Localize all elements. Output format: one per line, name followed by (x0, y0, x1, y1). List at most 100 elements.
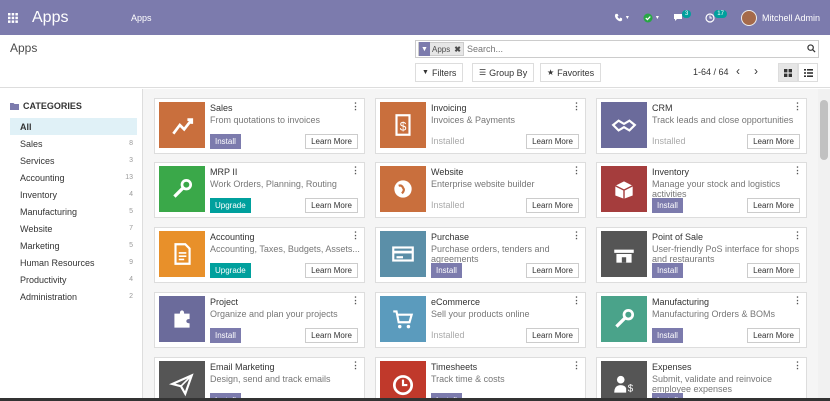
kebab-menu-icon[interactable]: ⋮ (572, 165, 581, 176)
app-card[interactable]: CRM Track leads and close opportunities ⋮ I… (596, 98, 807, 154)
app-card[interactable]: TimesheetsTrack time & costs⋮Install (375, 357, 586, 401)
category-item[interactable]: Inventory 4 (10, 186, 137, 203)
app-card[interactable]: Project Organize and plan your projects ⋮ I… (154, 292, 365, 348)
group-by-button[interactable]: ☰ Group By (472, 63, 535, 82)
category-item[interactable]: Manufacturing 5 (10, 203, 137, 220)
app-card[interactable]: Inventory Manage your stock and logistics… (596, 162, 807, 218)
app-card[interactable]: Accounting Accounting, Taxes, Budgets, As… (154, 227, 365, 283)
category-item[interactable]: Marketing 5 (10, 237, 137, 254)
phone-menu[interactable]: ▾ (614, 13, 629, 22)
category-count: 7 (129, 225, 133, 232)
learn-more-button[interactable]: Learn More (305, 263, 358, 278)
pager-previous-icon[interactable]: ‹ (736, 64, 740, 78)
app-card[interactable]: Email Marketing Design, send and track em… (154, 357, 365, 401)
kanban-view-button[interactable] (778, 63, 798, 82)
paper-plane-icon (159, 361, 205, 401)
learn-more-button[interactable]: Learn More (747, 134, 800, 149)
app-name: MRP II (210, 167, 238, 177)
install-button[interactable]: Install (652, 328, 683, 343)
category-item[interactable]: Accounting 13 (10, 169, 137, 186)
category-item[interactable]: Services 3 (10, 152, 137, 169)
kebab-menu-icon[interactable]: ⋮ (793, 230, 802, 241)
learn-more-button[interactable]: Learn More (305, 134, 358, 149)
learn-more-button[interactable]: Learn More (526, 198, 579, 213)
category-label: Services (20, 155, 55, 166)
learn-more-button[interactable]: Learn More (526, 134, 579, 149)
learn-more-button[interactable]: Learn More (747, 263, 800, 278)
app-name: Expenses (652, 362, 692, 372)
learn-more-button[interactable]: Learn More (305, 328, 358, 343)
wrench-icon (601, 296, 647, 342)
phone-icon (614, 13, 623, 22)
kebab-menu-icon[interactable]: ⋮ (351, 360, 360, 371)
learn-more-button[interactable]: Learn More (305, 198, 358, 213)
list-view-button[interactable] (798, 63, 818, 82)
install-button[interactable]: Install (210, 328, 241, 343)
install-button[interactable]: Install (652, 198, 683, 213)
category-count: 2 (129, 293, 133, 300)
favorites-button[interactable]: ★ Favorites (540, 63, 602, 82)
scrollbar-thumb[interactable] (820, 100, 828, 160)
filters-label: Filters (431, 67, 457, 78)
kebab-menu-icon[interactable]: ⋮ (351, 101, 360, 112)
kebab-menu-icon[interactable]: ⋮ (572, 230, 581, 241)
app-card[interactable]: Manufacturing Manufacturing Orders & BOMs… (596, 292, 807, 348)
kebab-menu-icon[interactable]: ⋮ (793, 360, 802, 371)
app-title[interactable]: Apps (32, 9, 102, 27)
app-card[interactable]: $ Invoicing Invoices & Payments ⋮ Installed L… (375, 98, 586, 154)
app-switcher-icon[interactable] (2, 0, 24, 35)
app-card[interactable]: eCommerce Sell your products online ⋮ Insta… (375, 292, 586, 348)
pager-next-icon[interactable]: › (754, 64, 758, 78)
app-card[interactable]: Point of Sale User-friendly PoS interface… (596, 227, 807, 283)
learn-more-button[interactable]: Learn More (526, 263, 579, 278)
category-item[interactable]: Website 7 (10, 220, 137, 237)
menu-apps[interactable]: Apps (131, 13, 152, 23)
learn-more-button[interactable]: Learn More (526, 328, 579, 343)
upgrade-button[interactable]: Upgrade (210, 198, 251, 213)
activity-menu[interactable]: 17 (705, 9, 727, 23)
expense-user-icon: $ (601, 361, 647, 401)
app-card[interactable]: Website Enterprise website builder ⋮ Instal… (375, 162, 586, 218)
category-item[interactable]: Productivity 4 (10, 271, 137, 288)
kebab-menu-icon[interactable]: ⋮ (351, 230, 360, 241)
app-card[interactable]: Sales From quotations to invoices ⋮ Install… (154, 98, 365, 154)
install-button[interactable]: Install (652, 263, 683, 278)
installed-label: Installed (431, 330, 465, 340)
kebab-menu-icon[interactable]: ⋮ (572, 360, 581, 371)
category-label: Accounting (20, 172, 65, 183)
category-item[interactable]: Human Resources 9 (10, 254, 137, 271)
app-summary: Accounting, Taxes, Budgets, Assets... (210, 244, 360, 254)
app-card[interactable]: MRP II Work Orders, Planning, Routing ⋮ Upg… (154, 162, 365, 218)
category-item[interactable]: All (10, 118, 137, 135)
app-card[interactable]: $ Expenses Submit, validate and reinvoice … (596, 357, 807, 401)
category-item[interactable]: Administration 2 (10, 288, 137, 305)
app-card[interactable]: Purchase Purchase orders, tenders and agr… (375, 227, 586, 283)
learn-more-button[interactable]: Learn More (747, 198, 800, 213)
install-button[interactable]: Install (210, 134, 241, 149)
trend-chart-icon (159, 102, 205, 148)
status-menu[interactable]: ▾ (643, 13, 659, 23)
kebab-menu-icon[interactable]: ⋮ (793, 295, 802, 306)
pager-value[interactable]: 1-64 / 64 (693, 67, 729, 77)
messaging-menu[interactable]: 3 (673, 9, 692, 22)
facet-remove-icon[interactable]: ✖ (452, 45, 463, 54)
kebab-menu-icon[interactable]: ⋮ (351, 165, 360, 176)
layers-icon: ☰ (479, 68, 487, 77)
search-input[interactable] (466, 44, 804, 54)
install-button[interactable]: Install (431, 263, 462, 278)
kebab-menu-icon[interactable]: ⋮ (793, 101, 802, 112)
grid-view-icon (784, 68, 792, 77)
learn-more-button[interactable]: Learn More (747, 328, 800, 343)
app-name: Manufacturing (652, 297, 710, 307)
group-by-label: Group By (489, 67, 528, 78)
search-icon[interactable] (804, 43, 818, 55)
user-menu[interactable]: Mitchell Admin (740, 9, 820, 26)
kebab-menu-icon[interactable]: ⋮ (793, 165, 802, 176)
kebab-menu-icon[interactable]: ⋮ (351, 295, 360, 306)
store-icon (601, 231, 647, 277)
kebab-menu-icon[interactable]: ⋮ (572, 101, 581, 112)
kebab-menu-icon[interactable]: ⋮ (572, 295, 581, 306)
category-item[interactable]: Sales 8 (10, 135, 137, 152)
filters-button[interactable]: ▼ Filters (415, 63, 464, 82)
upgrade-button[interactable]: Upgrade (210, 263, 251, 278)
